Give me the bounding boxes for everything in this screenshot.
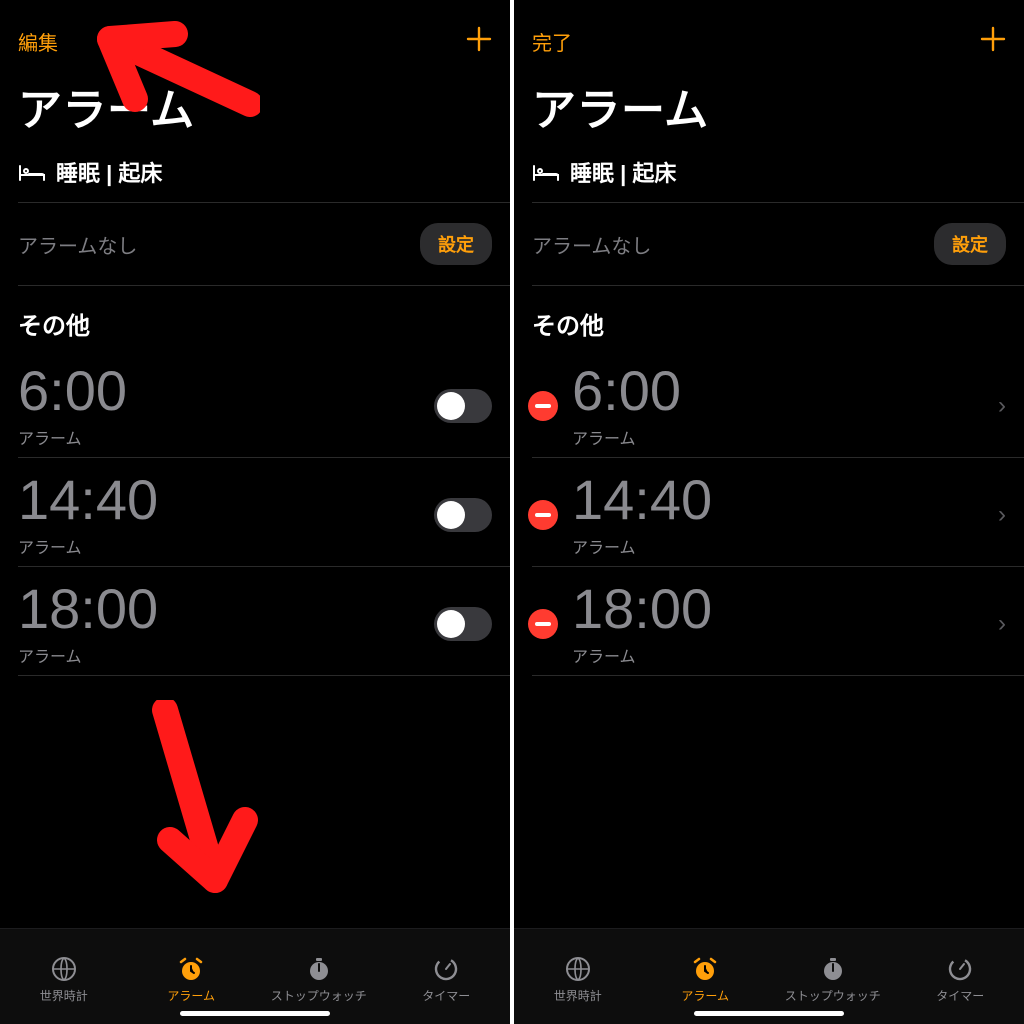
- no-alarm-label: アラームなし: [18, 230, 137, 259]
- tab-world-clock[interactable]: 世界時計: [0, 929, 128, 1024]
- alarm-time: 6:00: [18, 363, 127, 419]
- sleep-alarm-row: アラームなし 設定: [514, 203, 1024, 285]
- other-section-header: その他: [0, 286, 510, 349]
- alarm-time: 6:00: [572, 363, 990, 419]
- tab-stopwatch[interactable]: ストップウォッチ: [769, 929, 897, 1024]
- tab-label: アラーム: [681, 987, 729, 1004]
- delete-alarm-button[interactable]: [528, 391, 558, 421]
- add-alarm-button[interactable]: [980, 24, 1006, 58]
- alarm-time: 14:40: [18, 472, 158, 528]
- tab-world-clock[interactable]: 世界時計: [514, 929, 642, 1024]
- alarm-row-edit[interactable]: 6:00 アラーム ›: [514, 349, 1024, 457]
- sleep-settings-button[interactable]: 設定: [934, 223, 1006, 265]
- alarm-label: アラーム: [572, 643, 990, 667]
- tab-label: アラーム: [167, 987, 215, 1004]
- tab-bar: 世界時計 アラーム ストップウォッチ タイマー: [0, 928, 510, 1024]
- alarm-label: アラーム: [18, 643, 158, 667]
- tab-timer[interactable]: タイマー: [897, 929, 1024, 1024]
- tab-stopwatch[interactable]: ストップウォッチ: [255, 929, 383, 1024]
- tab-bar: 世界時計 アラーム ストップウォッチ タイマー: [514, 928, 1024, 1024]
- alarm-label: アラーム: [572, 425, 990, 449]
- tab-alarm[interactable]: アラーム: [128, 929, 256, 1024]
- chevron-right-icon: ›: [990, 501, 1006, 529]
- alarm-label: アラーム: [572, 534, 990, 558]
- alarm-toggle[interactable]: [434, 607, 492, 641]
- globe-icon: [49, 955, 79, 983]
- sleep-section-label: 睡眠 | 起床: [570, 156, 676, 188]
- alarm-time: 14:40: [572, 472, 990, 528]
- edit-button[interactable]: 編集: [18, 27, 58, 56]
- home-indicator[interactable]: [694, 1011, 844, 1016]
- stopwatch-icon: [818, 955, 848, 983]
- nav-bar: 編集: [0, 0, 510, 64]
- annotation-arrow-bottom: [125, 700, 265, 920]
- plus-icon: [980, 26, 1006, 52]
- divider: [532, 675, 1024, 676]
- tab-label: ストップウォッチ: [271, 987, 367, 1004]
- alarm-time: 18:00: [18, 581, 158, 637]
- bed-icon: [18, 162, 46, 182]
- other-section-header: その他: [514, 286, 1024, 349]
- alarm-row[interactable]: 18:00 アラーム: [0, 567, 510, 675]
- nav-bar: 完了: [514, 0, 1024, 64]
- timer-icon: [945, 955, 975, 983]
- bed-icon: [532, 162, 560, 182]
- done-button[interactable]: 完了: [532, 27, 572, 56]
- timer-icon: [431, 955, 461, 983]
- alarm-row[interactable]: 6:00 アラーム: [0, 349, 510, 457]
- screenshot-right: 完了 アラーム 睡眠 | 起床 アラームなし 設定 その他 6:00 アラーム: [514, 0, 1024, 1024]
- sleep-section-label: 睡眠 | 起床: [56, 156, 162, 188]
- sleep-settings-button[interactable]: 設定: [420, 223, 492, 265]
- tab-label: ストップウォッチ: [785, 987, 881, 1004]
- tab-alarm[interactable]: アラーム: [642, 929, 770, 1024]
- alarm-label: アラーム: [18, 425, 127, 449]
- sleep-alarm-row: アラームなし 設定: [0, 203, 510, 285]
- delete-alarm-button[interactable]: [528, 500, 558, 530]
- alarm-toggle[interactable]: [434, 389, 492, 423]
- no-alarm-label: アラームなし: [532, 230, 651, 259]
- tab-timer[interactable]: タイマー: [383, 929, 511, 1024]
- divider: [18, 675, 510, 676]
- chevron-right-icon: ›: [990, 610, 1006, 638]
- chevron-right-icon: ›: [990, 392, 1006, 420]
- alarm-row-edit[interactable]: 14:40 アラーム ›: [514, 458, 1024, 566]
- tab-label: 世界時計: [554, 987, 602, 1004]
- page-title: アラーム: [514, 64, 1024, 152]
- add-alarm-button[interactable]: [466, 24, 492, 58]
- plus-icon: [466, 26, 492, 52]
- sleep-section-header: 睡眠 | 起床: [514, 152, 1024, 202]
- alarm-clock-icon: [690, 955, 720, 983]
- tab-label: 世界時計: [40, 987, 88, 1004]
- tab-label: タイマー: [422, 987, 470, 1004]
- alarm-label: アラーム: [18, 534, 158, 558]
- delete-alarm-button[interactable]: [528, 609, 558, 639]
- alarm-row[interactable]: 14:40 アラーム: [0, 458, 510, 566]
- alarm-time: 18:00: [572, 581, 990, 637]
- alarm-toggle[interactable]: [434, 498, 492, 532]
- tab-label: タイマー: [936, 987, 984, 1004]
- page-title: アラーム: [0, 64, 510, 152]
- screenshot-left: 編集 アラーム 睡眠 | 起床 アラームなし 設定 その他 6:00 アラーム: [0, 0, 510, 1024]
- alarm-clock-icon: [176, 955, 206, 983]
- stopwatch-icon: [304, 955, 334, 983]
- globe-icon: [563, 955, 593, 983]
- home-indicator[interactable]: [180, 1011, 330, 1016]
- alarm-row-edit[interactable]: 18:00 アラーム ›: [514, 567, 1024, 675]
- sleep-section-header: 睡眠 | 起床: [0, 152, 510, 202]
